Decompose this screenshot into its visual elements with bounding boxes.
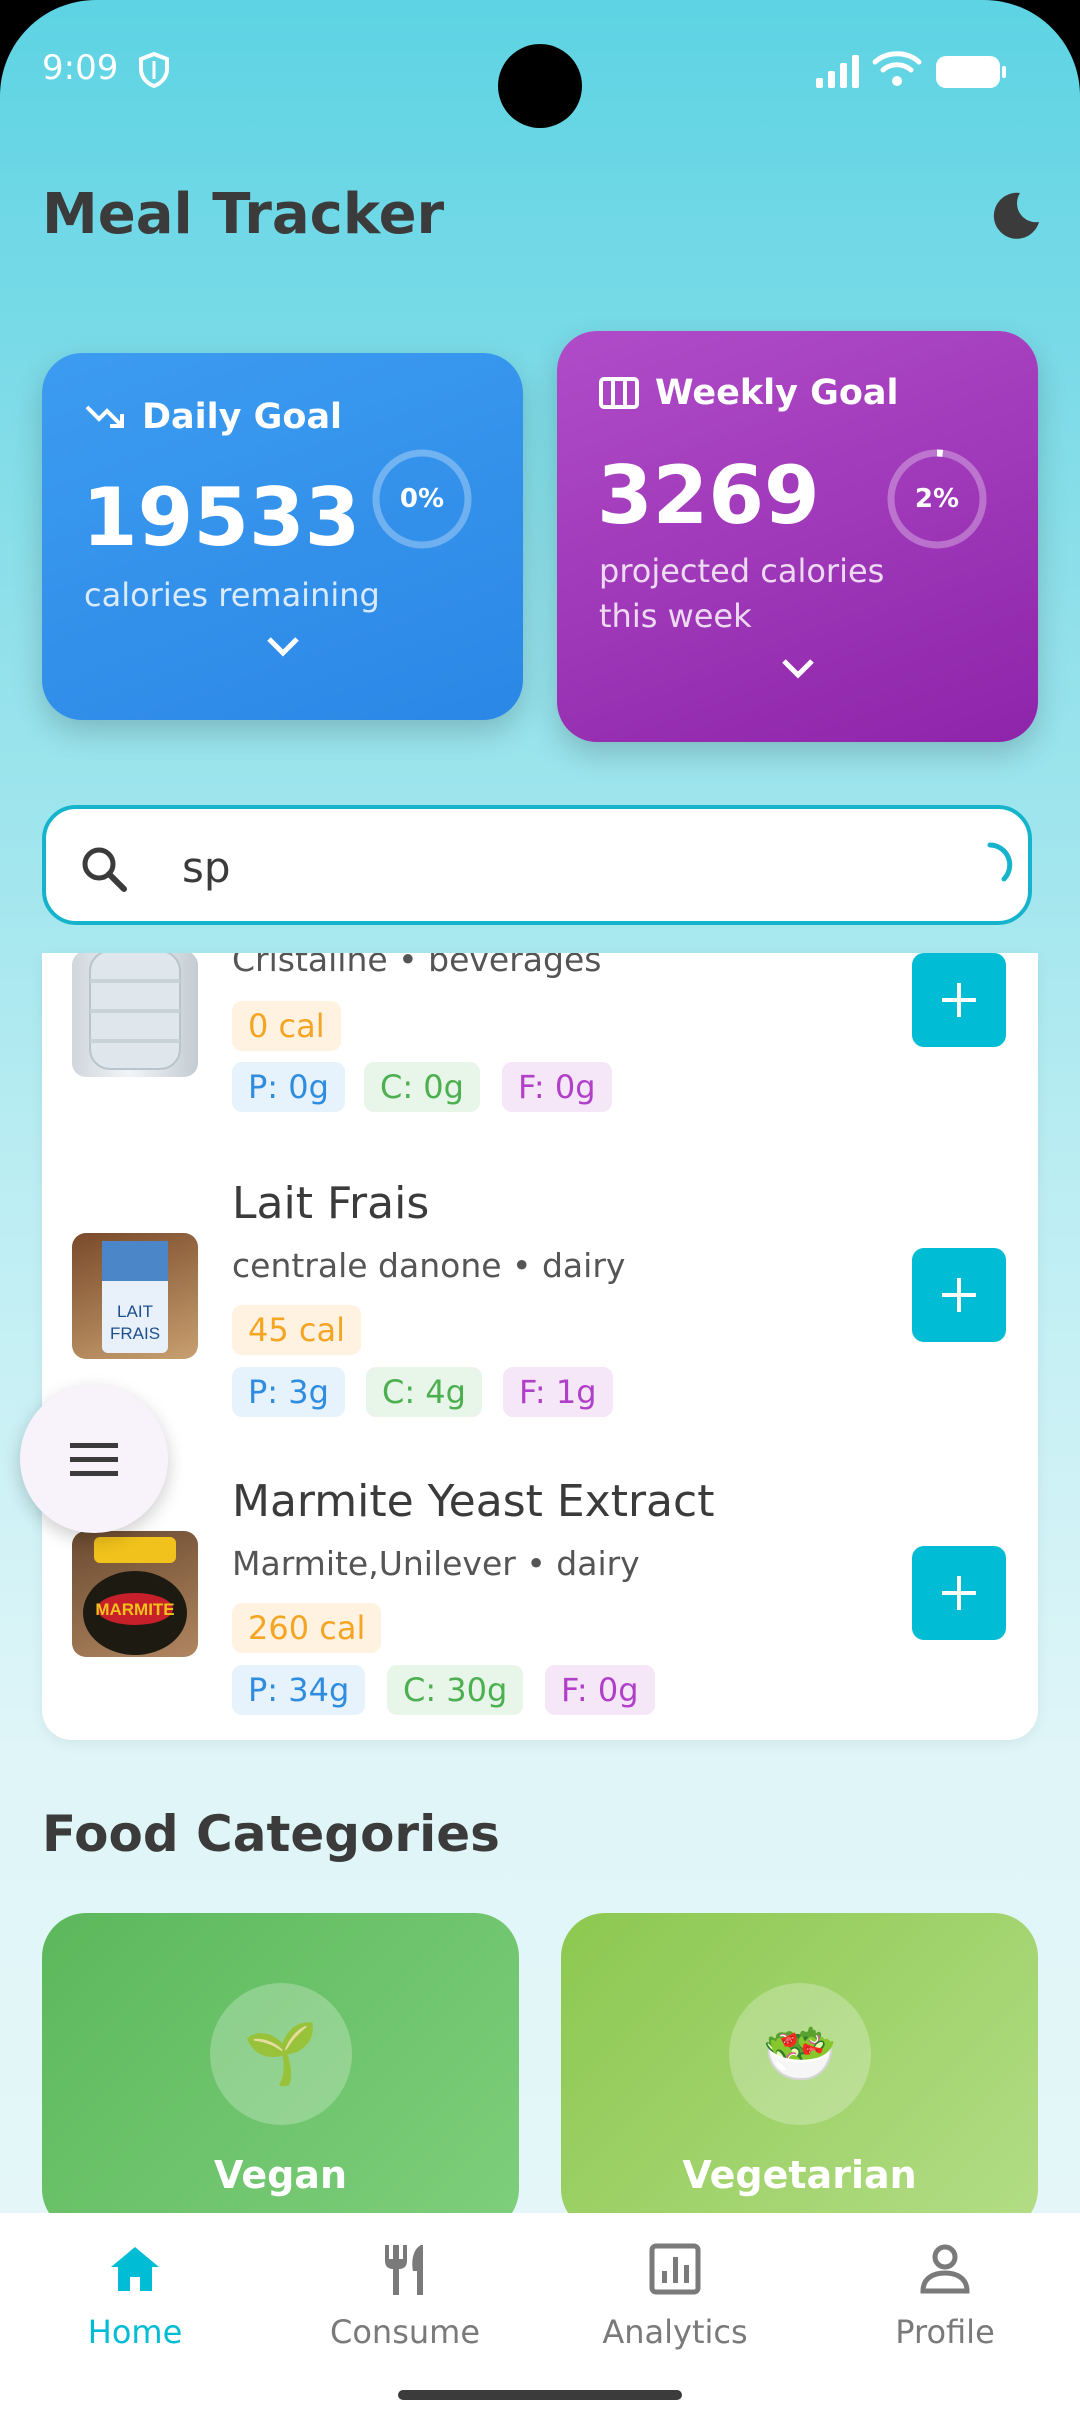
dark-mode-icon[interactable] [990, 190, 1042, 242]
food-brand: centrale danone • dairy [232, 1246, 626, 1285]
nav-profile-label: Profile [895, 2313, 995, 2351]
daily-goal-title: Daily Goal [142, 397, 343, 437]
daily-goal-card[interactable]: Daily Goal 19533 calories remaining 0% [42, 353, 523, 720]
weekly-goal-percent: 2% [914, 484, 960, 514]
nav-consume[interactable]: Consume [270, 2237, 540, 2351]
list-item[interactable]: Cristaline • beverages 0 cal P: 0g C: 0g… [42, 953, 1038, 1112]
weekly-goal-card[interactable]: Weekly Goal 3269 projected calories this… [557, 331, 1038, 742]
menu-fab-button[interactable] [20, 1385, 168, 1533]
food-brand: Marmite,Unilever • dairy [232, 1544, 640, 1583]
food-name: Marmite Yeast Extract [232, 1476, 715, 1527]
shield-icon [139, 52, 169, 88]
menu-icon [70, 1443, 118, 1476]
carbs-badge: C: 30g [387, 1665, 524, 1715]
list-item[interactable]: MARMITE Marmite Yeast Extract Marmite,Un… [42, 1476, 1038, 1740]
weekly-goal-progress-ring: 2% [885, 447, 989, 551]
search-field[interactable]: sp [42, 805, 1032, 925]
nav-analytics[interactable]: Analytics [540, 2237, 810, 2351]
food-name: Lait Frais [232, 1178, 430, 1229]
salad-icon: 🥗 [729, 1983, 871, 2125]
svg-text:FRAIS: FRAIS [110, 1324, 160, 1343]
search-input[interactable]: sp [182, 843, 231, 892]
nav-profile[interactable]: Profile [810, 2237, 1080, 2351]
app-screen: 9:09 Meal Tracker Daily Goal 19533 calor… [0, 0, 1080, 2424]
calorie-badge: 260 cal [232, 1603, 382, 1653]
signal-icon [816, 55, 859, 88]
milk-thumbnail: LAIT FRAIS [72, 1233, 198, 1359]
daily-goal-header: Daily Goal [84, 397, 342, 437]
battery-icon [936, 56, 1006, 88]
fat-badge: F: 0g [502, 1062, 612, 1112]
weekly-goal-header: Weekly Goal [599, 373, 899, 413]
svg-text:MARMITE: MARMITE [95, 1600, 174, 1619]
category-label: Vegetarian [682, 2153, 917, 2197]
add-food-button[interactable] [912, 1546, 1006, 1640]
calendar-week-icon [599, 377, 639, 409]
carbs-badge: C: 0g [364, 1062, 480, 1112]
camera-cutout [498, 44, 582, 128]
weekly-goal-value: 3269 [597, 449, 820, 542]
food-brand: Cristaline • beverages [232, 953, 602, 979]
loading-spinner-icon [987, 842, 1013, 882]
wifi-icon [872, 51, 922, 86]
marmite-thumbnail: MARMITE [72, 1531, 198, 1657]
chevron-down-icon[interactable] [780, 657, 816, 679]
chart-icon [649, 2243, 701, 2295]
nav-consume-label: Consume [329, 2313, 480, 2351]
daily-goal-value: 19533 [82, 471, 361, 564]
protein-badge: P: 0g [232, 1062, 345, 1112]
category-vegetarian-card[interactable]: 🥗 Vegetarian [561, 1913, 1038, 2233]
carbs-badge: C: 4g [366, 1367, 482, 1417]
fat-badge: F: 0g [545, 1665, 655, 1715]
add-food-button[interactable] [912, 1248, 1006, 1342]
status-time: 9:09 [42, 48, 119, 88]
chevron-down-icon[interactable] [265, 635, 301, 657]
protein-badge: P: 3g [232, 1367, 345, 1417]
fork-knife-icon [385, 2245, 423, 2295]
home-indicator [398, 2390, 682, 2400]
search-icon [82, 847, 127, 892]
nav-analytics-label: Analytics [602, 2313, 748, 2351]
calorie-badge: 45 cal [232, 1305, 361, 1355]
search-results-list: Cristaline • beverages 0 cal P: 0g C: 0g… [42, 953, 1038, 1740]
seedling-icon: 🌱 [210, 1983, 352, 2125]
water-bottle-thumbnail [72, 953, 198, 1077]
fat-badge: F: 1g [503, 1367, 613, 1417]
trending-down-icon [85, 405, 124, 428]
nav-home-label: Home [87, 2313, 183, 2351]
milk-thumbnail-lettering: LAIT [117, 1302, 153, 1321]
protein-badge: P: 34g [232, 1665, 366, 1715]
add-food-button[interactable] [912, 953, 1006, 1047]
daily-goal-subtitle: calories remaining [84, 576, 380, 614]
list-item[interactable]: LAIT FRAIS Lait Frais centrale danone • … [42, 1178, 1038, 1458]
home-icon [111, 2247, 159, 2291]
app-title: Meal Tracker [42, 182, 445, 247]
daily-goal-progress-ring: 0% [370, 447, 474, 551]
weekly-goal-subtitle: projected calories this week [599, 552, 885, 635]
calorie-badge: 0 cal [232, 1001, 341, 1051]
weekly-goal-title: Weekly Goal [655, 373, 899, 413]
daily-goal-percent: 0% [399, 484, 445, 514]
category-label: Vegan [214, 2153, 347, 2197]
category-vegan-card[interactable]: 🌱 Vegan [42, 1913, 519, 2233]
nav-home[interactable]: Home [0, 2237, 270, 2351]
food-categories-title: Food Categories [42, 1805, 500, 1863]
person-icon [920, 2244, 970, 2294]
